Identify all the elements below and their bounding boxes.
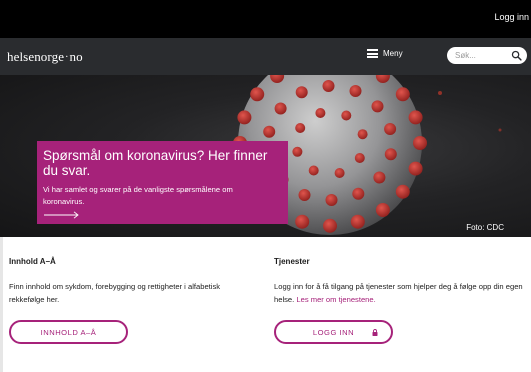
virus-spike xyxy=(250,87,265,102)
virus-spike xyxy=(395,184,410,199)
virus-spike xyxy=(354,153,365,163)
virus-spike xyxy=(325,194,338,206)
virus-spike xyxy=(384,123,397,135)
section-text-a-z: Finn innhold om sykdom, forebygging og r… xyxy=(9,282,221,304)
services-read-more-link[interactable]: Les mer om tjenestene. xyxy=(296,295,375,304)
virus-spike xyxy=(373,171,386,184)
virus-spike xyxy=(408,161,423,176)
menu-button[interactable]: Meny xyxy=(367,49,403,58)
virus-spike xyxy=(295,123,306,133)
virus-spike xyxy=(334,168,345,178)
arrow-right-icon xyxy=(44,211,79,219)
virus-spike xyxy=(371,100,384,113)
virus-spike xyxy=(323,218,337,233)
virus-spike xyxy=(341,110,352,121)
logo-tld: no xyxy=(69,49,83,64)
virus-spike xyxy=(384,148,397,161)
virus-spike xyxy=(295,214,310,229)
logo-main: helsenorge xyxy=(7,49,65,64)
section-title-a-z: Innhold A–Å xyxy=(9,257,56,266)
content-a-z-button[interactable]: INNHOLD A–Å xyxy=(9,320,128,344)
menu-label: Meny xyxy=(383,49,403,58)
virus-spike xyxy=(315,108,326,118)
top-login-link[interactable]: Logg inn xyxy=(494,12,529,22)
virus-spike xyxy=(357,129,368,140)
lock-icon xyxy=(372,329,378,336)
logo-separator: · xyxy=(65,52,69,63)
left-edge-strip xyxy=(0,237,3,372)
virus-spike xyxy=(350,214,365,229)
login-button-label: LOGG INN xyxy=(312,327,355,337)
site-header: helsenorge·no Meny xyxy=(0,38,531,75)
promo-title: Spørsmål om koronavirus? Her finner du s… xyxy=(43,148,268,178)
virus-spike xyxy=(237,110,252,125)
virus-spike xyxy=(274,102,287,115)
virus-spike xyxy=(322,80,335,92)
corona-promo-card[interactable]: Spørsmål om koronavirus? Her finner du s… xyxy=(37,141,288,224)
virus-spike xyxy=(298,189,311,201)
virus-spike xyxy=(295,86,308,99)
virus-spike xyxy=(263,125,276,138)
login-button[interactable]: LOGG INN xyxy=(274,320,393,344)
top-bar: Logg inn xyxy=(0,0,531,38)
virus-spike xyxy=(375,203,390,217)
virus-spike xyxy=(408,110,423,125)
site-logo[interactable]: helsenorge·no xyxy=(7,49,83,65)
virus-spike xyxy=(395,87,410,102)
virus-spike xyxy=(352,187,365,200)
section-text-services: Logg inn for å få tilgang på tjenester s… xyxy=(274,280,524,306)
virus-spike xyxy=(349,85,362,97)
virus-spike xyxy=(292,146,303,157)
section-title-services: Tjenester xyxy=(274,257,310,266)
virus-spike xyxy=(413,136,427,150)
promo-text: Vi har samlet og svarer på de vanligste … xyxy=(43,185,233,206)
menu-icon xyxy=(367,49,378,58)
search-box xyxy=(447,47,527,64)
search-icon[interactable] xyxy=(511,50,522,61)
photo-credit: Foto: CDC xyxy=(466,223,504,232)
virus-spike xyxy=(308,165,319,176)
content-a-z-button-label: INNHOLD A–Å xyxy=(40,327,97,337)
search-input[interactable] xyxy=(455,49,505,62)
